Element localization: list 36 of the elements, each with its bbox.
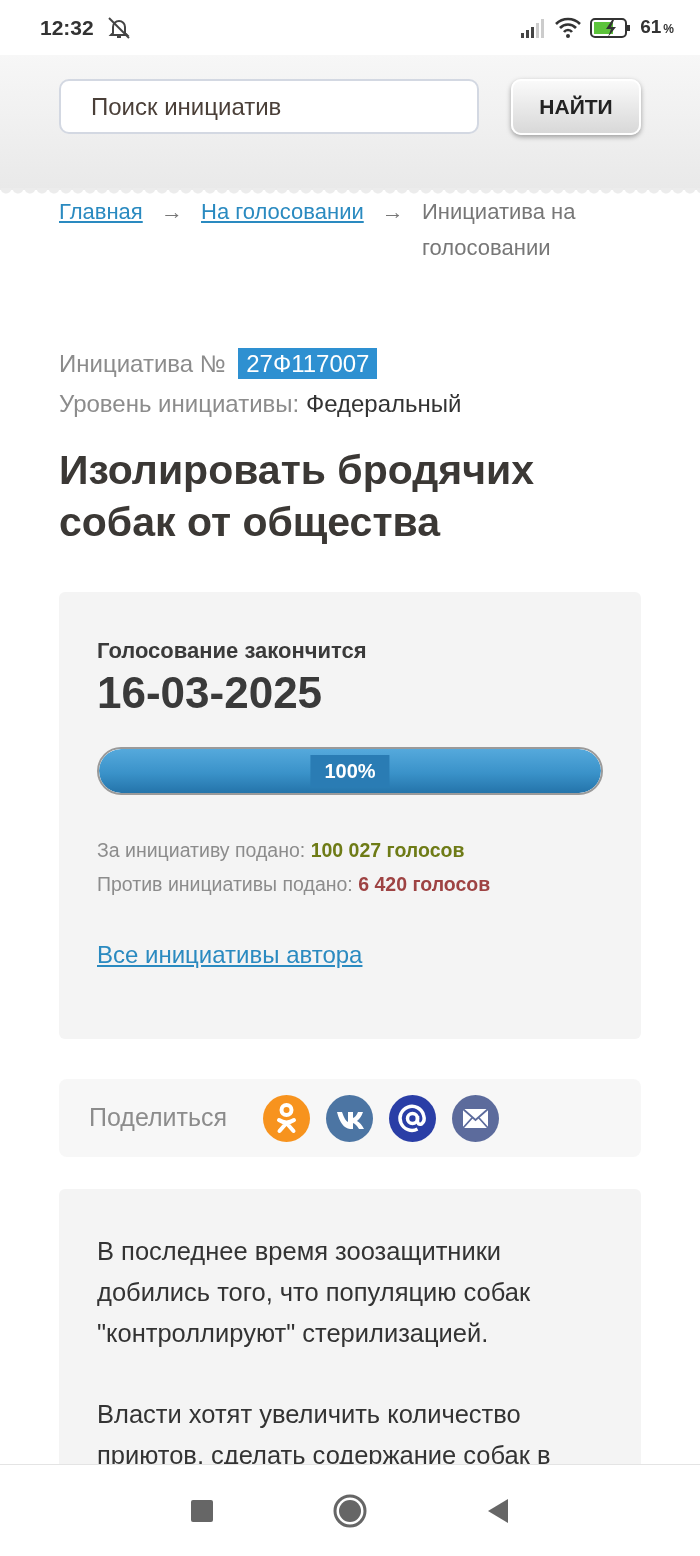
wifi-icon bbox=[554, 16, 583, 39]
recents-icon[interactable] bbox=[190, 1498, 214, 1523]
signal-icon bbox=[520, 17, 547, 38]
initiative-number: 27Ф117007 bbox=[238, 348, 378, 379]
vk-logo-icon[interactable] bbox=[326, 1094, 374, 1142]
at-sign-icon[interactable] bbox=[389, 1094, 437, 1142]
level-label: Уровень инициативы: bbox=[59, 390, 300, 417]
back-icon[interactable] bbox=[486, 1497, 510, 1524]
voting-end-date: 16-03-2025 bbox=[97, 667, 324, 719]
muted-bell-icon bbox=[105, 14, 132, 41]
breadcrumb-arrow: → bbox=[381, 199, 404, 224]
votes-count: 6 420 голосов bbox=[358, 873, 491, 895]
progress-label: 100% bbox=[310, 755, 390, 787]
description-paragraph: Власти хотят увеличить количество приютов, сделать содержание собак в bbox=[97, 1399, 552, 1471]
envelope-icon[interactable] bbox=[452, 1094, 500, 1142]
breadcrumb-link[interactable]: На голосовании bbox=[201, 199, 364, 224]
votes-label: Против инициативы подано: bbox=[97, 873, 353, 895]
initiative-title: Изолировать бродячих собак от общества bbox=[59, 446, 535, 547]
battery-percentage: 61 bbox=[640, 15, 662, 40]
breadcrumb-arrow: → bbox=[160, 199, 183, 224]
breadcrumb-link[interactable]: Главная bbox=[59, 199, 143, 224]
votes-label: За инициативу подано: bbox=[97, 839, 306, 861]
votes-count: 100 027 голосов bbox=[310, 839, 465, 861]
share-label: Поделиться bbox=[89, 1102, 228, 1134]
author-initiatives-link[interactable]: Все инициативы автора bbox=[97, 937, 363, 973]
breadcrumb-current: Инициатива на голосовании bbox=[422, 198, 577, 262]
clock-time: 12:32 bbox=[40, 14, 94, 41]
percent-sign: % bbox=[663, 21, 674, 39]
number-label: Инициатива № bbox=[59, 350, 226, 377]
home-icon[interactable] bbox=[333, 1493, 367, 1528]
voting-end-label: Голосование закончится bbox=[97, 637, 368, 665]
search-field[interactable]: Поиск инициатив bbox=[59, 79, 479, 134]
description-paragraph: В последнее время зоозащитники добились того, что популяцию собак "контроллируют" стерилизацией. bbox=[97, 1236, 532, 1349]
level-value: Федеральный bbox=[305, 390, 462, 417]
battery-icon bbox=[590, 16, 633, 39]
search-button[interactable]: НАЙТИ bbox=[511, 79, 641, 135]
